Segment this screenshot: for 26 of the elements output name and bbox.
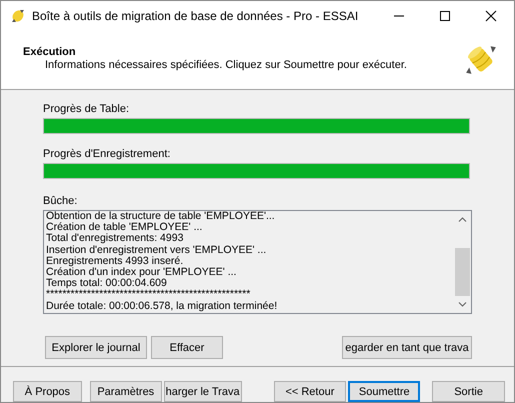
log-button[interactable]: egarder en tant que trava xyxy=(342,336,472,359)
log-line: Création de table 'EMPLOYEE' ... xyxy=(46,222,204,234)
footer-button[interactable]: Soumettre xyxy=(348,381,420,402)
log-line: Création d'un index pour 'EMPLOYEE' ... xyxy=(46,267,238,278)
log-label: Bûche: xyxy=(43,195,78,207)
log-button[interactable]: Explorer le journal xyxy=(45,336,147,359)
log-line: ************************************************** xyxy=(46,289,252,301)
footer-button[interactable]: À Propos xyxy=(13,381,82,402)
footer-button[interactable]: << Retour xyxy=(274,381,346,402)
footer-button[interactable]: Sortie xyxy=(432,381,505,402)
log-line: Temps total: 00:00:04.609 xyxy=(46,278,168,290)
chevron-down-icon[interactable] xyxy=(458,302,467,307)
footer-button[interactable]: Paramètres xyxy=(90,381,162,402)
step-title: Exécution xyxy=(23,46,77,58)
log-line: Obtention de la structure de table 'EMPLOYEE'... xyxy=(46,211,276,222)
progress-label: Progrès de Table: xyxy=(43,103,130,115)
log-line: Insertion d'enregistrement vers 'EMPLOYEE' ... xyxy=(46,244,268,256)
log-line: Total d'enregistrements: 4993 xyxy=(46,233,184,245)
progress-label: Progrès d'Enregistrement: xyxy=(43,148,172,160)
window-title: Boîte à outils de migration de base de données - Pro - ESSAI xyxy=(32,9,360,23)
log-line: Enregistrements 4993 inseré. xyxy=(46,256,184,267)
step-description: Informations nécessaires spécifiées. Cliquez sur Soumettre pour exécuter. xyxy=(45,58,407,70)
log-button[interactable]: Effacer xyxy=(151,336,223,359)
chevron-up-icon[interactable] xyxy=(458,217,467,222)
footer-button[interactable]: harger le Trava xyxy=(164,381,242,402)
log-line: Durée totale: 00:00:06.578, la migration terminée! xyxy=(46,300,278,312)
